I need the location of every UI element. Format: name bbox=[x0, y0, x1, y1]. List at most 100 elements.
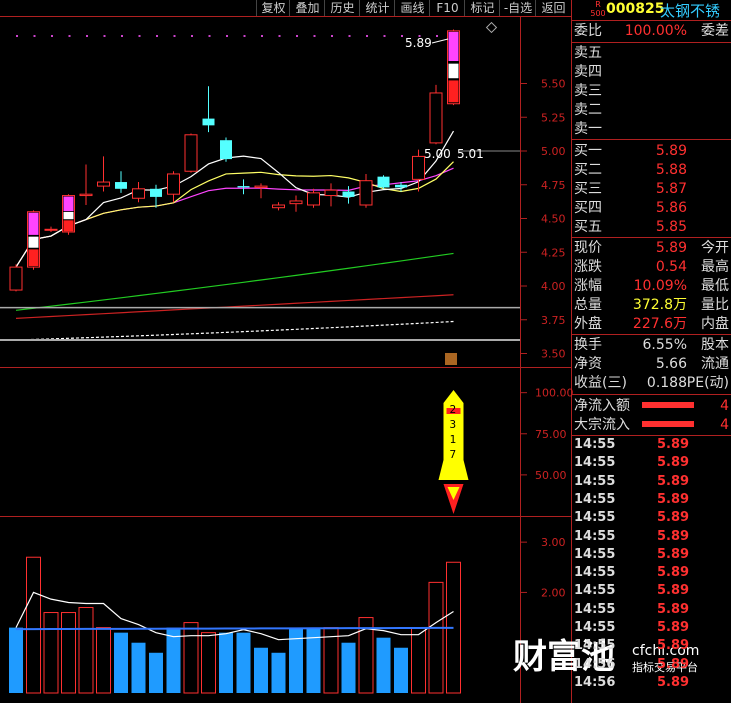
candle-body bbox=[184, 134, 198, 172]
ask-label: 卖五 bbox=[574, 45, 602, 61]
toolbar-button-fanhui[interactable]: 返回 bbox=[535, 0, 571, 16]
ask-row-4[interactable]: 卖四 bbox=[572, 62, 731, 82]
toolbar-button-biaoji[interactable]: 标记 bbox=[464, 0, 500, 16]
stat-right-label: PE(动) bbox=[686, 375, 729, 391]
tick-time: 14:56 bbox=[574, 674, 616, 690]
candle-body bbox=[79, 193, 93, 197]
tick-price: 5.89 bbox=[657, 674, 690, 690]
bid-label: 买二 bbox=[574, 162, 602, 178]
volume-bar-down bbox=[219, 632, 233, 693]
y-tick-label: 4.00 bbox=[541, 280, 566, 293]
volume-bar-down bbox=[131, 642, 146, 693]
marker-dot bbox=[278, 35, 281, 37]
volume-ma10-line bbox=[15, 626, 454, 631]
bid-row-5[interactable]: 买五 5.85 bbox=[572, 217, 731, 237]
candle-body bbox=[272, 204, 285, 209]
event-flag-icon bbox=[445, 353, 457, 365]
y-tick-label: 5.50 bbox=[541, 78, 566, 91]
toolbar-button-huaxian[interactable]: 画线 bbox=[394, 0, 430, 16]
signal-digit: 7 bbox=[450, 448, 457, 461]
quote-right-label: 最高 bbox=[701, 259, 729, 275]
candle-body bbox=[44, 228, 58, 231]
ask-label: 卖四 bbox=[574, 64, 602, 80]
toolbar-button-diejia[interactable]: 叠加 bbox=[289, 0, 325, 16]
ask-row-1[interactable]: 卖一 bbox=[572, 119, 731, 139]
level-label: 5.00 bbox=[424, 147, 451, 161]
volume-bar-down bbox=[236, 632, 251, 693]
stat-row: 换手 6.55% 股本 bbox=[572, 335, 731, 355]
tick-price: 5.89 bbox=[657, 583, 690, 599]
quote-right-label: 内盘 bbox=[701, 316, 729, 332]
marker-dot bbox=[296, 35, 298, 37]
y-tick-label: 3.50 bbox=[541, 348, 566, 361]
volume-bar-down bbox=[394, 647, 408, 693]
candle-body bbox=[97, 181, 110, 187]
signal-highlight bbox=[63, 196, 74, 212]
tick-row: 14:55 5.89 bbox=[572, 509, 731, 527]
quote-row: 外盘 227.6万 内盘 bbox=[572, 314, 731, 334]
signal-digit: 2 bbox=[450, 403, 457, 416]
stock-code: 000825 bbox=[606, 1, 665, 17]
tick-row: 14:56 5.89 bbox=[572, 656, 731, 674]
marker-dot bbox=[261, 35, 263, 37]
candle-body bbox=[342, 191, 355, 197]
candle-body bbox=[202, 118, 215, 126]
ask-label: 卖二 bbox=[574, 102, 602, 118]
tick-price: 5.89 bbox=[657, 656, 690, 672]
y-tick-label: 5.25 bbox=[541, 111, 566, 124]
quote-value: 5.89 bbox=[655, 240, 687, 256]
tick-row: 14:55 5.89 bbox=[572, 473, 731, 491]
ask-label: 卖三 bbox=[574, 83, 602, 99]
flow-label: 净流入额 bbox=[574, 398, 630, 414]
bid-row-4[interactable]: 买四 5.86 bbox=[572, 198, 731, 218]
quote-row: 总量 372.8万 量比 bbox=[572, 295, 731, 315]
candle-body bbox=[395, 184, 407, 188]
marker-dot bbox=[348, 35, 351, 37]
tick-time: 14:55 bbox=[574, 620, 616, 635]
tick-time: 14:55 bbox=[574, 510, 616, 526]
marker-dot bbox=[331, 35, 333, 37]
volume-bar-down bbox=[376, 637, 391, 693]
signal-highlight bbox=[28, 249, 39, 266]
candle-body bbox=[150, 188, 162, 197]
flow-bar bbox=[642, 402, 694, 408]
volume-bar-down bbox=[149, 652, 163, 693]
toolbar-button-f10[interactable]: F10 bbox=[429, 0, 465, 16]
signal-digit: 1 bbox=[450, 433, 457, 446]
bid-row-2[interactable]: 买二 5.88 bbox=[572, 160, 731, 180]
y-tick-label: 4.75 bbox=[541, 179, 566, 192]
flow-bar bbox=[642, 421, 694, 427]
tick-time: 14:55 bbox=[574, 528, 616, 544]
weicha-label: 委差 bbox=[701, 23, 729, 39]
ask-row-5[interactable]: 卖五 bbox=[572, 43, 731, 63]
toolbar-button-lishi[interactable]: 历史 bbox=[324, 0, 360, 16]
tick-price: 5.89 bbox=[657, 601, 690, 617]
toolbar-button-fuquan[interactable]: 复权 bbox=[256, 0, 290, 16]
quote-label: 总量 bbox=[574, 297, 602, 313]
ask-row-3[interactable]: 卖三 bbox=[572, 81, 731, 101]
quote-row: 涨跌 0.54 最高 bbox=[572, 257, 731, 277]
toolbar-button-zixuan[interactable]: -自选 bbox=[499, 0, 536, 16]
bid-row-1[interactable]: 买一 5.89 bbox=[572, 141, 731, 161]
y-tick-label: 50.00 bbox=[535, 469, 567, 482]
signal-highlight bbox=[28, 212, 39, 235]
bid-row-3[interactable]: 买三 5.87 bbox=[572, 179, 731, 199]
signal-highlight bbox=[28, 236, 39, 248]
ask-row-2[interactable]: 卖二 bbox=[572, 100, 731, 120]
tick-time: 14:55 bbox=[574, 601, 616, 617]
volume-bar-down bbox=[341, 642, 356, 693]
y-tick-label: 4.50 bbox=[541, 213, 566, 226]
bid-price: 5.88 bbox=[655, 162, 687, 178]
tick-time: 14:55 bbox=[574, 546, 616, 562]
tick-time: 14:55 bbox=[574, 638, 616, 654]
weibi-row: 委比 100.00% 委差 bbox=[572, 21, 731, 41]
stat-row: 净资 5.66 流通 bbox=[572, 354, 731, 374]
bid-label: 买三 bbox=[574, 181, 602, 197]
tick-row: 14:55 5.89 bbox=[572, 491, 731, 509]
toolbar-button-tongji[interactable]: 统计 bbox=[359, 0, 395, 16]
bid-label: 买四 bbox=[574, 200, 602, 216]
bid-label: 买五 bbox=[574, 219, 602, 235]
y-tick-label: 75.00 bbox=[535, 428, 567, 441]
candle-body bbox=[377, 176, 390, 188]
marker-dot bbox=[366, 35, 368, 37]
